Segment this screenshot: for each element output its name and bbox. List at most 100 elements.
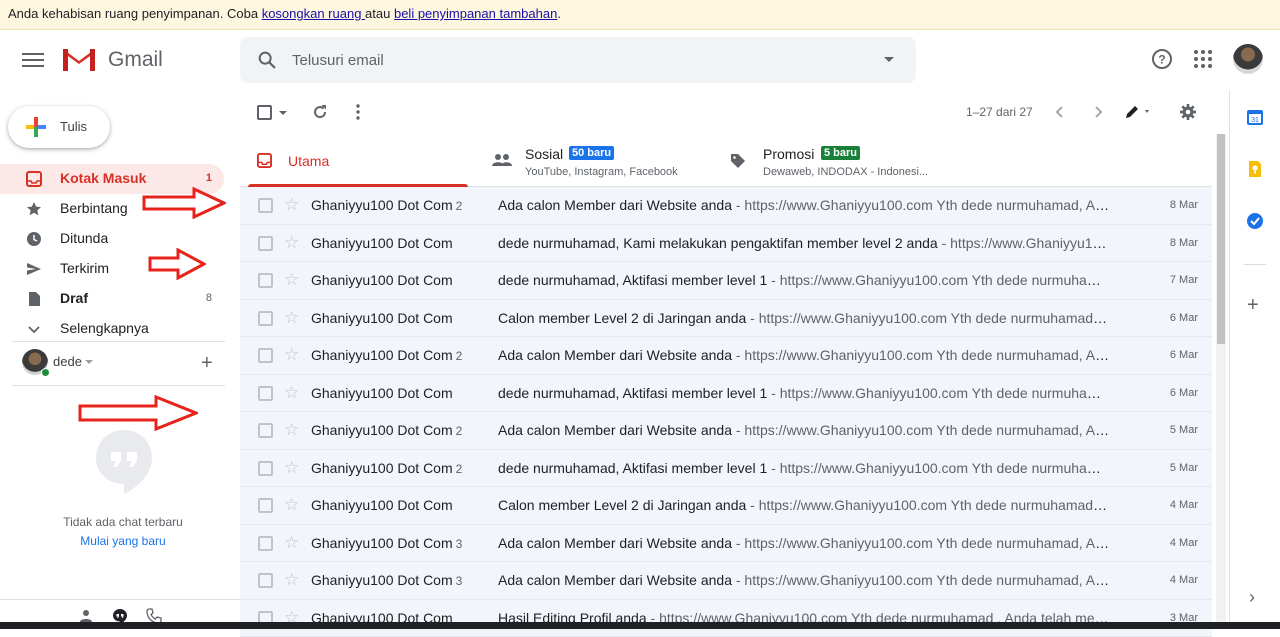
compose-button[interactable]: Tulis [8,106,110,148]
sender-name: Ghaniyyu100 Dot Com [311,572,453,588]
tab-subtitle: YouTube, Instagram, Facebook [525,166,678,178]
star-icon[interactable]: ☆ [284,534,299,551]
star-icon[interactable]: ☆ [284,271,299,288]
more-vert-icon[interactable] [352,103,364,121]
star-icon [26,201,42,217]
email-row[interactable]: ☆Ghaniyyu100 Dot ComHasil Editing Profil… [240,600,1212,637]
select-all-checkbox[interactable] [257,105,272,120]
email-row[interactable]: ☆Ghaniyyu100 Dot Com2dede nurmuhamad, Ak… [240,450,1212,488]
hangouts-caret-icon[interactable] [85,360,93,364]
email-subject-line: Ada calon Member dari Website anda - htt… [498,572,1110,588]
free-space-link[interactable]: kosongkan ruang [262,6,365,21]
tab-social[interactable]: Sosial 50 baru YouTube, Instagram, Faceb… [476,134,712,187]
sidebar-item-drafts[interactable]: Draf 8 [0,284,224,314]
star-icon[interactable]: ☆ [284,459,299,476]
row-checkbox[interactable] [258,348,273,363]
star-icon[interactable]: ☆ [284,346,299,363]
red-arrow-annotation [142,187,226,219]
email-date: 5 Mar [1170,424,1198,436]
email-row[interactable]: ☆Ghaniyyu100 Dot Com2Ada calon Member da… [240,412,1212,450]
email-row[interactable]: ☆Ghaniyyu100 Dot Com3Ada calon Member da… [240,525,1212,563]
chevron-down-icon [26,321,42,337]
email-row[interactable]: ☆Ghaniyyu100 Dot Comdede nurmuhamad, Kam… [240,225,1212,263]
email-date: 5 Mar [1170,462,1198,474]
email-snippet: - https://www.Ghaniyyu100.com Yth dede n… [746,310,1110,326]
tab-title: Promosi [763,146,814,162]
new-chat-plus-icon[interactable]: + [201,353,213,373]
tasks-icon[interactable] [1246,212,1264,230]
buy-storage-link[interactable]: beli penyimpanan tambahan [394,6,557,21]
email-subject: Ada calon Member dari Website anda [498,535,732,551]
star-icon[interactable]: ☆ [284,234,299,251]
help-icon[interactable]: ? [1147,44,1177,74]
star-icon[interactable]: ☆ [284,421,299,438]
chevron-left-icon[interactable] [1052,104,1068,120]
refresh-icon[interactable] [311,103,329,121]
star-icon[interactable]: ☆ [284,496,299,513]
email-sender: Ghaniyyu100 Dot Com2 [311,197,462,213]
row-checkbox[interactable] [258,198,273,213]
email-row[interactable]: ☆Ghaniyyu100 Dot Comdede nurmuhamad, Akt… [240,375,1212,413]
thread-count: 3 [456,537,463,551]
email-row[interactable]: ☆Ghaniyyu100 Dot Comdede nurmuhamad, Akt… [240,262,1212,300]
hangouts-user-name[interactable]: dede [53,354,82,369]
tab-primary[interactable]: Utama [240,134,468,187]
sidebar-item-label: Kotak Masuk [60,170,146,186]
email-snippet: - https://www.Ghaniyyu100.com Yth dede n… [732,347,1110,363]
select-caret-icon[interactable] [279,111,287,115]
row-checkbox[interactable] [258,573,273,588]
start-chat-link[interactable]: Mulai yang baru [0,534,246,548]
chevron-right-icon[interactable] [1090,104,1106,120]
sidebar-item-more[interactable]: Selengkapnya [0,314,224,344]
taskbar-edge [0,622,1280,629]
row-checkbox[interactable] [258,498,273,513]
row-checkbox[interactable] [258,461,273,476]
star-icon[interactable]: ☆ [284,571,299,588]
email-sender: Ghaniyyu100 Dot Com [311,310,456,326]
email-row[interactable]: ☆Ghaniyyu100 Dot ComCalon member Level 2… [240,300,1212,338]
mail-toolbar: 1–27 dari 27 [240,90,1228,134]
gmail-logo-icon[interactable] [61,45,97,73]
calendar-icon[interactable]: 31 [1246,108,1264,126]
star-icon[interactable]: ☆ [284,384,299,401]
row-checkbox[interactable] [258,236,273,251]
email-row[interactable]: ☆Ghaniyyu100 Dot Com2Ada calon Member da… [240,337,1212,375]
svg-text:31: 31 [1251,117,1259,124]
search-icon[interactable] [256,49,278,71]
email-sender: Ghaniyyu100 Dot Com2 [311,347,462,363]
email-subject: Ada calon Member dari Website anda [498,572,732,588]
settings-gear-icon[interactable] [1179,103,1197,121]
main-menu-icon[interactable] [22,50,44,70]
email-subject-line: dede nurmuhamad, Kami melakukan pengakti… [498,235,1110,251]
drafts-count: 8 [206,292,212,304]
apps-grid-icon[interactable] [1188,44,1218,74]
email-row[interactable]: ☆ Ghaniyyu100 Dot Com3 Ada calon Member da… [240,562,1212,600]
search-input[interactable] [292,47,852,73]
expand-panel-chevron-icon[interactable]: › [1249,587,1255,608]
row-checkbox[interactable] [258,536,273,551]
star-icon[interactable]: ☆ [284,309,299,326]
sidebar-item-label: Draf [60,290,88,306]
email-row[interactable]: ☆Ghaniyyu100 Dot Com2Ada calon Member da… [240,187,1212,225]
no-chat-text: Tidak ada chat terbaru [0,515,246,529]
account-avatar[interactable] [1233,44,1263,74]
row-checkbox[interactable] [258,423,273,438]
tab-promotions[interactable]: Promosi 5 baru Dewaweb, INDODAX - Indone… [712,134,948,187]
scrollbar-thumb[interactable] [1217,134,1225,344]
keep-icon[interactable] [1246,160,1264,178]
app-name: Gmail [108,48,163,72]
row-checkbox[interactable] [258,273,273,288]
email-sender: Ghaniyyu100 Dot Com3 [311,572,462,588]
star-icon[interactable]: ☆ [284,196,299,213]
row-checkbox[interactable] [258,386,273,401]
email-row[interactable]: ☆Ghaniyyu100 Dot ComCalon member Level 2… [240,487,1212,525]
row-checkbox[interactable] [258,311,273,326]
email-snippet: - https://www.Ghaniyyu100.com Yth dede n… [732,572,1110,588]
send-icon [26,261,42,277]
add-addon-plus-icon[interactable]: + [1247,295,1259,315]
input-tools-pencil-icon[interactable] [1124,104,1154,120]
search-bar[interactable] [240,37,916,83]
search-options-icon[interactable] [884,57,894,62]
sidebar-divider [12,341,225,342]
scrollbar[interactable] [1216,134,1226,629]
